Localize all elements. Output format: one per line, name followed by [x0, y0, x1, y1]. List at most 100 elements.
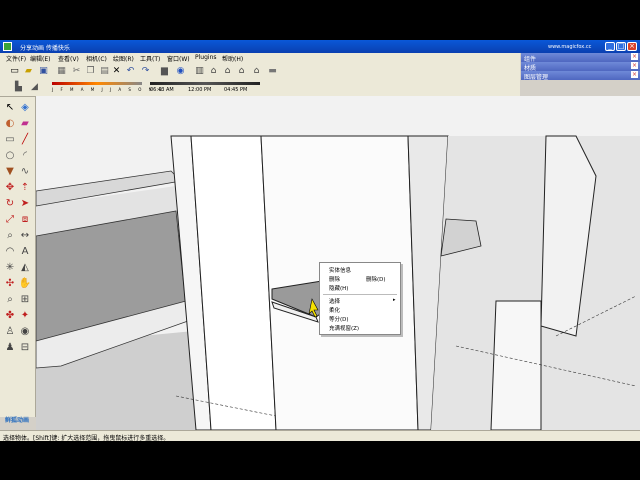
section-plane-icon[interactable]: ⊟: [18, 341, 32, 355]
share-model-icon[interactable]: ⌂: [250, 65, 263, 77]
push-pull-icon[interactable]: ⇡: [18, 181, 32, 195]
status-text: 选择物体。[Shift]键: 扩大选择范围，拖曳鼠标进行多重选择。: [3, 435, 170, 441]
new-file-icon[interactable]: ▭: [8, 65, 21, 77]
app-icon: [3, 42, 12, 51]
context-select[interactable]: 选择: [329, 297, 340, 305]
context-entity-info[interactable]: 实体信息: [329, 266, 351, 274]
minimize-button[interactable]: _: [605, 42, 615, 51]
follow-me-icon[interactable]: ➤: [18, 197, 32, 211]
close-icon[interactable]: ×: [631, 71, 638, 78]
erase-icon[interactable]: ✕: [110, 65, 123, 77]
site-url: www.magicfox.cc: [548, 44, 592, 50]
menu-camera[interactable]: 相机(C): [86, 54, 107, 63]
context-delete-shortcut: 删除(D): [366, 277, 386, 283]
line-pencil-icon[interactable]: ╱: [18, 133, 32, 147]
menu-help[interactable]: 帮助(H): [222, 54, 243, 63]
tool-palette: ↖ ◈ ◐ ▰ ▭ ╱ ○ ◜ ▼ ∿ ✥ ⇡ ↻ ➤ ⤢ ⧈ ⌕ ↔ ◠ A …: [0, 97, 36, 417]
zoom-window-icon[interactable]: ⊞: [18, 293, 32, 307]
orbit-icon[interactable]: ✣: [3, 277, 17, 291]
rotate-icon[interactable]: ↻: [3, 197, 17, 211]
context-divide[interactable]: 等分(D): [329, 315, 349, 323]
house-icon[interactable]: ⌂: [207, 65, 220, 77]
tray-materials[interactable]: 材质 ×: [521, 62, 640, 72]
menu-divider: [323, 294, 397, 295]
protractor-icon[interactable]: ◠: [3, 245, 17, 259]
screen: 分享动画 传播快乐 www.magicfox.cc _ □ × 文件(F) 编辑…: [0, 40, 640, 441]
warehouse-icon[interactable]: ⌂: [221, 65, 234, 77]
context-zoom-selection[interactable]: 充满视窗(Z): [329, 324, 359, 332]
zoom-icon[interactable]: ⌕: [3, 293, 17, 307]
save-icon[interactable]: ▣: [37, 65, 50, 77]
menu-plugins[interactable]: Plugins: [195, 54, 217, 61]
3d-text-icon[interactable]: ◭: [18, 261, 32, 275]
menu-edit[interactable]: 编辑(E): [30, 54, 50, 63]
right-block: [490, 300, 542, 430]
menu-view[interactable]: 查看(V): [58, 54, 79, 63]
tray-panel: 组件 × 材质 × 图层管理 ×: [521, 53, 640, 81]
submenu-arrow-icon: ▸: [393, 297, 396, 303]
move-icon[interactable]: ✥: [3, 181, 17, 195]
month-labels: J F M A M J J A S O N D: [52, 87, 165, 92]
maximize-button[interactable]: □: [616, 42, 626, 51]
context-soften[interactable]: 柔化: [329, 306, 340, 314]
look-around-icon[interactable]: ◉: [18, 325, 32, 339]
arc-icon[interactable]: ◜: [18, 149, 32, 163]
cut-icon[interactable]: ✂: [70, 65, 83, 77]
zoom-extents-icon[interactable]: ✤: [3, 309, 17, 323]
offset-icon[interactable]: ⧈: [18, 213, 32, 227]
menu-file[interactable]: 文件(F): [6, 54, 26, 63]
date-slider[interactable]: [52, 82, 142, 85]
building-icon[interactable]: ⌂: [235, 65, 248, 77]
rectangle-icon[interactable]: ▭: [3, 133, 17, 147]
menu-bar: 文件(F) 编辑(E) 查看(V) 相机(C) 绘图(R) 工具(T) 窗口(W…: [0, 53, 520, 63]
context-hide[interactable]: 隐藏(H): [329, 284, 348, 292]
close-icon[interactable]: ×: [631, 62, 638, 69]
open-folder-icon[interactable]: ▰: [22, 65, 35, 77]
make-component-icon[interactable]: ▦: [55, 65, 68, 77]
dimension-icon[interactable]: ↔: [18, 229, 32, 243]
pan-hand-icon[interactable]: ✋: [18, 277, 32, 291]
walk-icon[interactable]: ♙: [3, 325, 17, 339]
shadow-settings-icon[interactable]: ▙: [12, 81, 25, 93]
menu-draw[interactable]: 绘图(R): [113, 54, 134, 63]
tape-measure-icon[interactable]: ⌕: [3, 229, 17, 243]
redo-icon[interactable]: ↷: [139, 65, 152, 77]
window-title: 分享动画 传播快乐: [20, 45, 70, 52]
tray-components[interactable]: 组件 ×: [521, 53, 640, 63]
make-component-icon[interactable]: ◈: [18, 101, 32, 115]
close-button[interactable]: ×: [627, 42, 637, 51]
layout-icon[interactable]: ▬: [266, 65, 279, 77]
circle-icon[interactable]: ○: [3, 149, 17, 163]
context-delete[interactable]: 删除: [329, 275, 340, 283]
copy-icon[interactable]: ❐: [84, 65, 97, 77]
context-menu: 实体信息 删除 删除(D) 隐藏(H) 选择 ▸ 柔化 等分(D) 充满视窗(Z…: [319, 262, 401, 335]
tray-layers[interactable]: 图层管理 ×: [521, 71, 640, 81]
time-mid-label: 12:00 PM: [188, 87, 212, 93]
print-icon[interactable]: ▆: [158, 65, 171, 77]
model-info-icon[interactable]: ◉: [174, 65, 187, 77]
standard-toolbar: ▭ ▰ ▣ ▦ ✂ ❐ ▤ ✕ ↶ ↷ ▆ ◉ ▥ ⌂ ⌂ ⌂ ⌂ ▬: [0, 63, 520, 79]
menu-tools[interactable]: 工具(T): [140, 54, 160, 63]
menu-window[interactable]: 窗口(W): [167, 54, 190, 63]
shadow-toolbar: ▙ ◢ J F M A M J J A S O N D 06:43 AM 12:…: [0, 79, 520, 97]
time-start-label: 06:43 AM: [150, 87, 174, 93]
position-camera-icon[interactable]: ♟: [3, 341, 17, 355]
close-icon[interactable]: ×: [631, 53, 638, 60]
time-end-label: 04:45 PM: [224, 87, 248, 93]
axes-icon[interactable]: ✳: [3, 261, 17, 275]
title-bar: 分享动画 传播快乐 www.magicfox.cc _ □ ×: [0, 40, 640, 53]
status-bar: 选择物体。[Shift]键: 扩大选择范围，拖曳鼠标进行多重选择。: [0, 430, 640, 441]
paint-bucket-icon[interactable]: ◐: [3, 117, 17, 131]
scale-icon[interactable]: ⤢: [3, 213, 17, 227]
previous-view-icon[interactable]: ✦: [18, 309, 32, 323]
select-arrow-icon[interactable]: ↖: [3, 101, 17, 115]
polygon-icon[interactable]: ▼: [3, 165, 17, 179]
freehand-icon[interactable]: ∿: [18, 165, 32, 179]
display-shadows-icon[interactable]: ◢: [28, 81, 41, 93]
watermark-logo: 鲜狐动画: [5, 417, 30, 424]
text-icon[interactable]: A: [18, 245, 32, 259]
undo-icon[interactable]: ↶: [124, 65, 137, 77]
component-browser-icon[interactable]: ▥: [193, 65, 206, 77]
time-slider[interactable]: [150, 82, 260, 85]
eraser-icon[interactable]: ▰: [18, 117, 32, 131]
